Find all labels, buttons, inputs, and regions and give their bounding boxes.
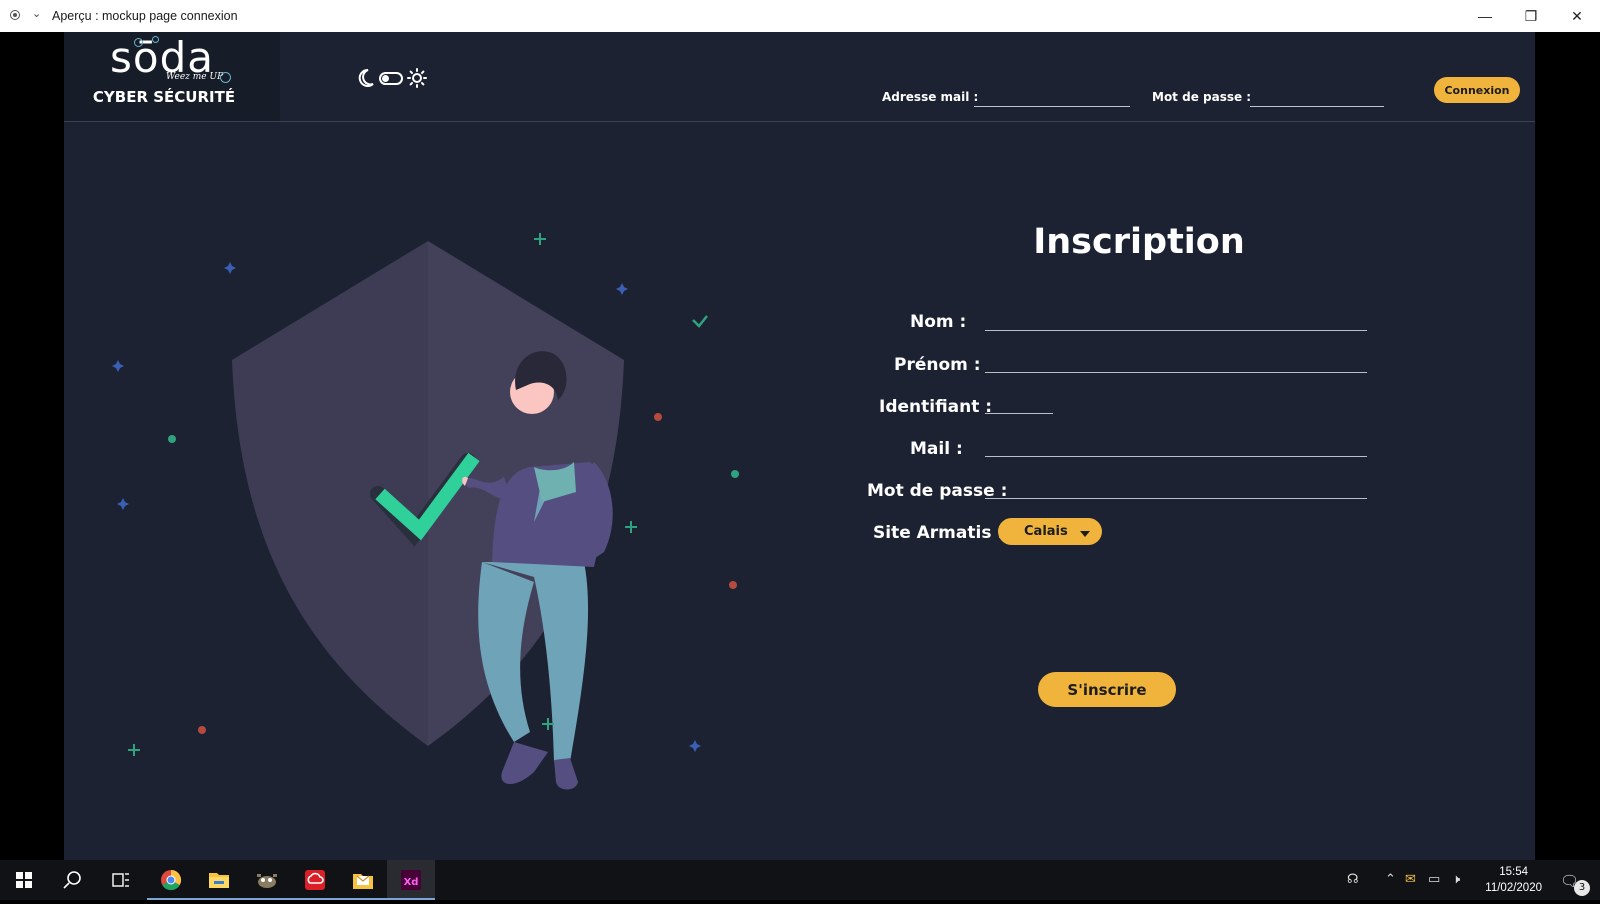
restore-button[interactable]: ❐: [1508, 0, 1554, 32]
identifiant-input[interactable]: [985, 393, 1053, 414]
window-titlebar: ⌄ Aperçu : mockup page connexion — ❐ ✕: [0, 0, 1600, 32]
people-icon[interactable]: ☊: [1347, 872, 1359, 887]
task-view-icon[interactable]: [96, 860, 144, 900]
header-password-input[interactable]: [1250, 88, 1384, 107]
theme-switch[interactable]: [379, 72, 403, 85]
form-title: Inscription: [1033, 222, 1245, 262]
moon-icon: [358, 68, 374, 87]
password-input[interactable]: [985, 478, 1367, 499]
notification-count-badge: 3: [1574, 880, 1590, 896]
site-select-value: Calais: [1024, 524, 1068, 539]
clock-date: 11/02/2020: [1485, 882, 1542, 894]
creative-cloud-icon[interactable]: [291, 860, 339, 900]
theme-toggle[interactable]: [357, 68, 437, 90]
logo-title: CYBER SÉCURITÉ: [92, 88, 236, 106]
logo[interactable]: sōda Weez me UP CYBER SÉCURITÉ: [64, 32, 280, 121]
header-email-input[interactable]: [974, 88, 1130, 107]
prenom-label: Prénom :: [894, 355, 981, 375]
sun-icon: [407, 68, 427, 88]
bubble-icon: [220, 72, 231, 83]
security-illustration: [112, 233, 739, 790]
chrome-icon[interactable]: [147, 860, 195, 900]
caret-down-icon: [1080, 531, 1090, 537]
login-button[interactable]: Connexion: [1434, 77, 1520, 103]
close-button[interactable]: ✕: [1554, 0, 1600, 32]
network-icon[interactable]: ▭: [1428, 872, 1440, 887]
logo-tagline: Weez me UP: [166, 72, 224, 82]
bubble-icon: [152, 36, 159, 43]
site-select[interactable]: Calais: [998, 518, 1102, 545]
clock[interactable]: 15:54 11/02/2020: [1485, 864, 1542, 896]
header-password-label: Mot de passe :: [1152, 90, 1252, 104]
identifiant-label: Identifiant :: [879, 397, 993, 417]
adobe-xd-icon[interactable]: Xd: [387, 860, 435, 900]
nom-input[interactable]: [985, 310, 1367, 331]
nom-label: Nom :: [910, 312, 967, 332]
chevron-down-icon[interactable]: ⌄: [32, 7, 41, 20]
svg-text:Xd: Xd: [404, 877, 419, 888]
record-icon[interactable]: [10, 10, 20, 20]
mail-folder-icon[interactable]: [339, 860, 387, 900]
minimize-button[interactable]: —: [1462, 0, 1508, 32]
site-label: Site Armatis :: [873, 523, 1005, 543]
gimp-icon[interactable]: [243, 860, 291, 900]
mail-input[interactable]: [985, 436, 1367, 457]
taskbar: Xd ☊ ⌃ ✉ ▭ 🕨 15:54 11/02/2020 🗨 3: [0, 860, 1600, 900]
bubble-icon: [134, 38, 143, 47]
clock-time: 15:54: [1499, 866, 1529, 878]
search-icon[interactable]: [48, 860, 96, 900]
window-title: Aperçu : mockup page connexion: [52, 9, 238, 23]
mail-tray-icon[interactable]: ✉: [1405, 872, 1416, 887]
prenom-input[interactable]: [985, 352, 1367, 373]
file-explorer-icon[interactable]: [195, 860, 243, 900]
chevron-up-icon[interactable]: ⌃: [1385, 872, 1396, 887]
header-email-label: Adresse mail :: [882, 90, 979, 104]
mail-label: Mail :: [910, 439, 963, 459]
volume-muted-icon[interactable]: 🕨: [1452, 872, 1460, 887]
app-preview: sōda Weez me UP CYBER SÉCURITÉ Adresse m…: [64, 32, 1535, 860]
small-check-icon: [692, 315, 708, 328]
register-button[interactable]: S'inscrire: [1038, 672, 1176, 707]
site-header: sōda Weez me UP CYBER SÉCURITÉ Adresse m…: [64, 32, 1535, 122]
windows-start-icon[interactable]: [0, 860, 48, 900]
